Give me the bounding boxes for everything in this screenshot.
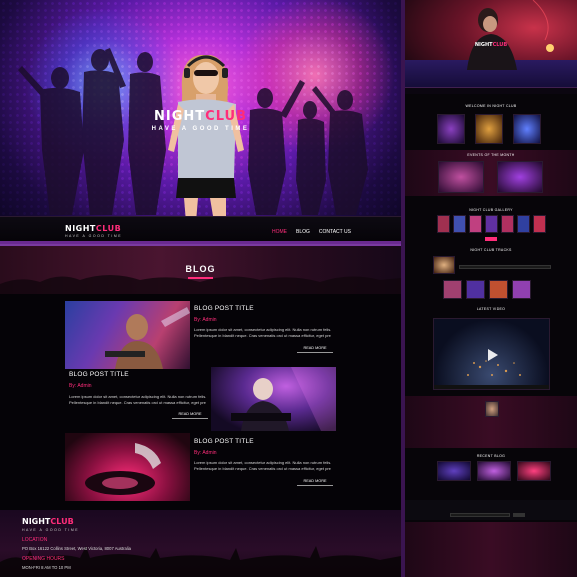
footer-logo[interactable]: NIGHTCLUB (22, 517, 74, 526)
preview-gallery-heading: NIGHT CLUB GALLERY (469, 208, 513, 212)
preview-gallery-thumb (501, 215, 514, 233)
post-author-1: By: Admin (194, 317, 217, 323)
preview-welcome-image-2 (475, 114, 503, 144)
preview-gallery-thumb (437, 215, 450, 233)
post-excerpt-3: Lorem ipsum dolor sit amet, consectetur … (194, 460, 332, 471)
dj-photo-1 (105, 307, 190, 369)
preview-video-frame (434, 349, 549, 389)
preview-newsletter-button[interactable] (513, 513, 525, 517)
main-navbar: NIGHTCLUB HAVE A GOOD TIME HOME BLOG CON… (0, 216, 401, 244)
preview-welcome-image-3 (513, 114, 541, 144)
post-title-2[interactable]: BLOG POST TITLE (69, 371, 129, 378)
navbar-logo[interactable]: NIGHTCLUB (65, 224, 121, 233)
preview-event-image-1 (438, 161, 484, 193)
play-icon (488, 349, 498, 361)
preview-gallery-thumb (517, 215, 530, 233)
post-author-2: By: Admin (69, 383, 92, 389)
preview-gallery-thumb (453, 215, 466, 233)
preview-track-thumb (466, 280, 485, 299)
read-more-button-3[interactable]: READ MORE (297, 479, 333, 486)
blog-header-band: BLOG (0, 246, 401, 294)
nav-link-home[interactable]: HOME (272, 229, 287, 235)
preview-video-heading: LATEST VIDEO (476, 307, 506, 311)
preview-track-thumb (443, 280, 462, 299)
footer-logo-club: CLUB (50, 517, 74, 526)
nav-links: HOME BLOG CONTACT US (272, 229, 351, 235)
preview-track-thumb (489, 280, 508, 299)
nav-link-contact[interactable]: CONTACT US (319, 229, 351, 235)
footer-tagline: HAVE A GOOD TIME (22, 528, 80, 532)
hero-tagline: HAVE A GOOD TIME (151, 126, 250, 132)
preview-blog-heading: RECENT BLOG (476, 454, 506, 458)
read-more-button-2[interactable]: READ MORE (172, 412, 208, 419)
hero-title-night: NIGHT (154, 109, 206, 124)
post-author-3: By: Admin (194, 450, 217, 456)
footer-logo-night: NIGHT (22, 517, 51, 526)
preview-welcome-image-1 (437, 114, 465, 144)
preview-gallery-button[interactable] (485, 237, 497, 241)
navbar-tagline: HAVE A GOOD TIME (65, 234, 123, 238)
preview-hero-night: NIGHT (474, 42, 493, 48)
preview-event-image-2 (497, 161, 543, 193)
blog-heading-underline (188, 277, 213, 279)
post-excerpt-1: Lorem ipsum dolor sit amet, consectetur … (194, 327, 332, 338)
location-label: LOCATION (22, 537, 48, 543)
site-footer: NIGHTCLUB HAVE A GOOD TIME LOCATION PO B… (0, 510, 401, 577)
turntable-photo (85, 443, 161, 495)
post-image-3[interactable] (65, 433, 190, 501)
preview-gallery-thumb (469, 215, 482, 233)
preview-hero-club: CLUB (492, 42, 508, 48)
opening-hours-label: OPENING HOURS (22, 556, 65, 562)
preview-track-cover (433, 256, 455, 274)
preview-hero-title: NIGHTCLUB (405, 42, 577, 48)
full-page-preview: NIGHTCLUB WELCOME IN NIGHT CLUB EVENTS O… (405, 0, 577, 577)
preview-events-heading: EVENTS OF THE MONTH (467, 153, 515, 157)
preview-welcome-heading: WELCOME IN NIGHT CLUB (465, 104, 517, 108)
post-excerpt-2: Lorem ipsum dolor sit amet, consectetur … (69, 394, 207, 405)
blog-heading: BLOG (185, 264, 216, 274)
opening-hours-value: MON-FRI 8 AM TO 10 PM (22, 565, 71, 570)
read-more-button-1[interactable]: READ MORE (297, 346, 333, 353)
nav-link-blog[interactable]: BLOG (296, 229, 310, 235)
preview-blog-image-1 (437, 461, 471, 481)
preview-video-player[interactable] (433, 318, 550, 390)
post-image-1[interactable] (65, 301, 190, 369)
preview-avatar (485, 401, 499, 417)
hero-title: NIGHTCLUB (0, 109, 401, 124)
preview-blog-image-2 (477, 461, 511, 481)
blog-list: BLOG POST TITLE By: Admin Lorem ipsum do… (0, 294, 401, 510)
preview-audio-player[interactable] (459, 265, 551, 269)
hero-title-club: CLUB (205, 109, 247, 124)
navbar-logo-night: NIGHT (65, 224, 96, 233)
navbar-logo-club: CLUB (95, 224, 122, 233)
post-title-1[interactable]: BLOG POST TITLE (194, 305, 254, 312)
location-address: PO Box 16122 Collins Street, West Victor… (22, 546, 132, 551)
preview-gallery-thumb (485, 215, 498, 233)
post-title-3[interactable]: BLOG POST TITLE (194, 438, 254, 445)
post-image-2[interactable] (211, 367, 336, 431)
preview-hero: NIGHTCLUB (405, 0, 577, 93)
preview-navbar (405, 87, 577, 94)
preview-newsletter-band (405, 500, 577, 520)
hero-banner: NIGHTCLUB HAVE A GOOD TIME (0, 0, 401, 244)
preview-footer (405, 522, 577, 577)
preview-tracks-heading: NIGHT CLUB TRACKS (470, 248, 512, 252)
preview-gallery-thumb (533, 215, 546, 233)
preview-blog-image-3 (517, 461, 551, 481)
preview-track-thumb (512, 280, 531, 299)
preview-newsletter-input[interactable] (450, 513, 510, 517)
dj-photo-2 (231, 367, 336, 431)
